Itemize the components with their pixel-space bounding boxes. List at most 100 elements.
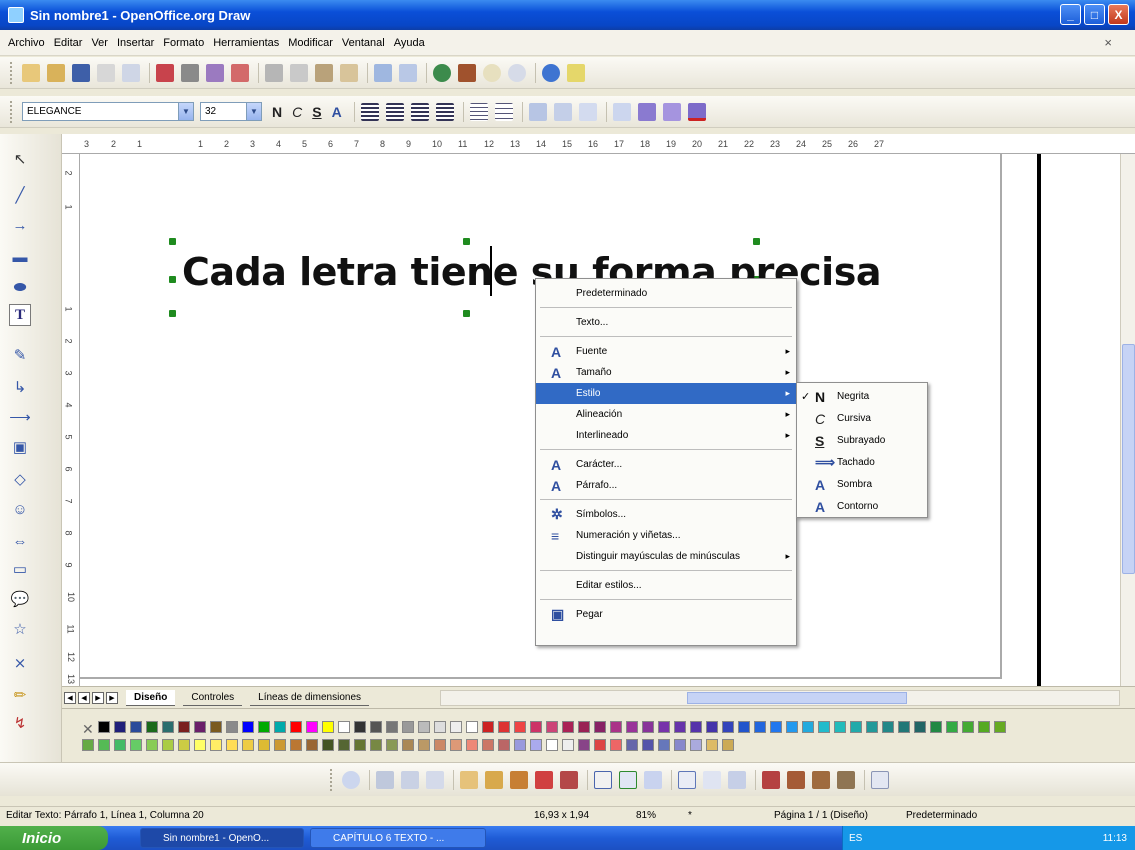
save-icon[interactable]	[72, 63, 90, 82]
arrow-line-icon[interactable]: →	[9, 214, 31, 236]
maximize-button[interactable]: □	[1084, 4, 1105, 25]
selection-handle[interactable]	[753, 238, 760, 245]
color-swatch[interactable]	[674, 721, 686, 733]
color-swatch[interactable]	[162, 721, 174, 733]
color-swatch[interactable]	[498, 721, 510, 733]
underline-button[interactable]: S	[312, 104, 321, 120]
stars-icon[interactable]: ☆	[9, 618, 31, 640]
first-tab-button[interactable]: ◀	[64, 691, 76, 704]
color-swatch[interactable]	[402, 721, 414, 733]
context-menu-item[interactable]: Editar estilos...	[536, 575, 796, 596]
color-swatch[interactable]	[98, 739, 110, 751]
context-menu-item[interactable]: Texto...	[536, 312, 796, 333]
align-center-icon[interactable]	[385, 102, 404, 121]
color-swatch[interactable]	[290, 739, 302, 751]
paragraph-center-icon[interactable]	[553, 102, 572, 121]
color-swatch[interactable]	[514, 721, 526, 733]
color-swatch[interactable]	[146, 721, 158, 733]
color-swatch[interactable]	[530, 739, 542, 751]
color-swatch[interactable]	[418, 721, 430, 733]
color-swatch[interactable]	[642, 721, 654, 733]
flip-icon[interactable]	[787, 770, 805, 789]
context-menu-item[interactable]: ✲ Símbolos...	[536, 504, 796, 525]
line-spacing-1-icon[interactable]	[469, 102, 488, 121]
context-menu-item[interactable]: A Párrafo...	[536, 475, 796, 496]
menu-ver[interactable]: Ver	[91, 37, 108, 49]
language-indicator[interactable]: ES	[849, 833, 862, 844]
glue-icon[interactable]	[485, 770, 503, 789]
color-swatch[interactable]	[834, 721, 846, 733]
minimize-button[interactable]: _	[1060, 4, 1081, 25]
color-swatch[interactable]	[466, 721, 478, 733]
color-swatch[interactable]	[626, 739, 638, 751]
color-swatch[interactable]	[610, 739, 622, 751]
chevron-down-icon[interactable]: ▼	[246, 103, 261, 120]
menu-insertar[interactable]: Insertar	[117, 37, 154, 49]
color-swatch[interactable]	[450, 721, 462, 733]
curve-tool-icon[interactable]: ✎	[9, 344, 31, 366]
color-swatch[interactable]	[354, 721, 366, 733]
color-swatch[interactable]	[642, 739, 654, 751]
selection-handle[interactable]	[169, 310, 176, 317]
color-swatch[interactable]	[914, 721, 926, 733]
style-submenu-item[interactable]: C Cursiva	[797, 408, 927, 429]
paragraph-bottom-icon[interactable]	[578, 102, 597, 121]
color-swatch[interactable]	[594, 721, 606, 733]
color-swatch[interactable]	[258, 739, 270, 751]
context-menu-item[interactable]: Distinguir mayúsculas de minúsculas ▸	[536, 546, 796, 567]
context-menu-item[interactable]: ▣ Pegar	[536, 604, 796, 625]
edit-file-icon[interactable]	[122, 63, 140, 82]
color-swatch[interactable]	[882, 721, 894, 733]
color-swatch[interactable]	[194, 721, 206, 733]
color-swatch[interactable]	[674, 739, 686, 751]
ungroup-icon[interactable]	[703, 770, 721, 789]
flowchart-icon[interactable]: ▭	[9, 558, 31, 580]
color-swatch[interactable]	[306, 739, 318, 751]
color-swatch[interactable]	[738, 721, 750, 733]
color-swatch[interactable]	[162, 739, 174, 751]
color-swatch[interactable]	[210, 721, 222, 733]
shadow-button[interactable]: A	[332, 104, 342, 120]
context-menu-item[interactable]: ≡ Numeración y viñetas...	[536, 525, 796, 546]
color-swatch[interactable]	[610, 721, 622, 733]
color-swatch[interactable]	[418, 739, 430, 751]
align-right-icon[interactable]	[410, 102, 429, 121]
color-swatch[interactable]	[866, 721, 878, 733]
color-swatch[interactable]	[722, 721, 734, 733]
color-swatch[interactable]	[242, 721, 254, 733]
zoom-icon[interactable]	[508, 63, 526, 82]
color-swatch[interactable]	[322, 739, 334, 751]
selection-handle[interactable]	[169, 276, 176, 283]
color-swatch[interactable]	[978, 721, 990, 733]
color-swatch[interactable]	[114, 721, 126, 733]
color-swatch[interactable]	[226, 739, 238, 751]
selection-handle[interactable]	[463, 238, 470, 245]
style-submenu-item[interactable]: S Subrayado	[797, 430, 927, 451]
color-swatch[interactable]	[274, 739, 286, 751]
menu-ventana[interactable]: Ventanal	[342, 37, 385, 49]
email-icon[interactable]	[97, 63, 115, 82]
increase-font-icon[interactable]	[637, 102, 656, 121]
color-swatch[interactable]	[402, 739, 414, 751]
color-swatch[interactable]	[754, 721, 766, 733]
context-menu-item[interactable]: Alineación ▸	[536, 404, 796, 425]
color-swatch[interactable]	[786, 721, 798, 733]
color-swatch[interactable]	[578, 739, 590, 751]
spellcheck-icon[interactable]	[206, 63, 224, 82]
color-swatch[interactable]	[210, 739, 222, 751]
toolbar-grip[interactable]	[330, 768, 334, 791]
color-swatch[interactable]	[594, 739, 606, 751]
align-icon[interactable]	[376, 770, 394, 789]
color-swatch[interactable]	[370, 721, 382, 733]
paragraph-top-icon[interactable]	[528, 102, 547, 121]
context-menu-item[interactable]: Estilo ▸	[536, 383, 796, 404]
line-spacing-2-icon[interactable]	[494, 102, 513, 121]
context-menu-item[interactable]: Predeterminado	[536, 283, 796, 304]
color-swatch[interactable]	[770, 721, 782, 733]
help-icon[interactable]	[542, 63, 560, 82]
points-icon[interactable]: ⨯	[9, 652, 31, 674]
toolbar-grip[interactable]	[10, 61, 14, 84]
context-menu-item[interactable]: A Carácter...	[536, 454, 796, 475]
undo-icon[interactable]	[374, 63, 392, 82]
cut-icon[interactable]	[265, 63, 283, 82]
